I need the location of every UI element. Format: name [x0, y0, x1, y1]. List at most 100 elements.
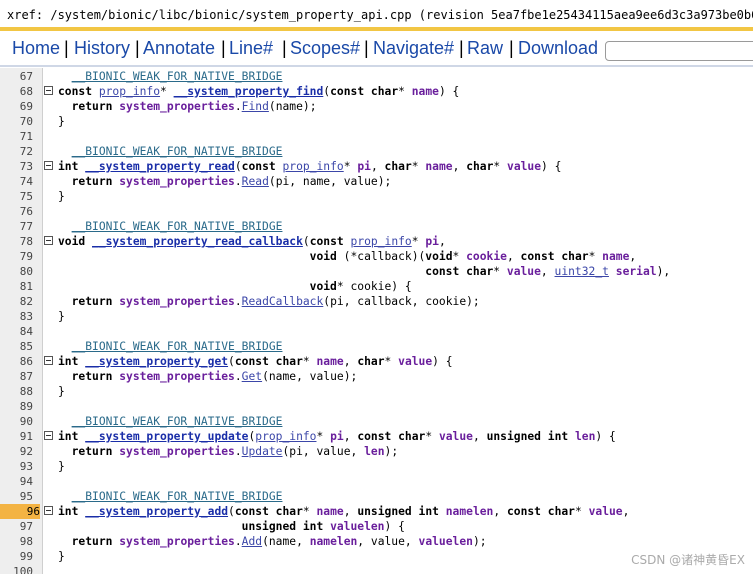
- code-text: return system_properties.Read(pi, name, …: [71, 175, 392, 188]
- line-number-link[interactable]: 99: [0, 549, 33, 564]
- menu-raw-link[interactable]: Raw: [467, 38, 503, 59]
- code-line: 67 __BIONIC_WEAK_FOR_NATIVE_BRIDGE: [0, 69, 753, 84]
- line-number-link[interactable]: 83: [0, 309, 33, 324]
- code-text: void __system_property_read_callback(con…: [58, 235, 446, 248]
- code-line: 79 void (*callback)(void* cookie, const …: [0, 249, 753, 264]
- code-line: 70}: [0, 114, 753, 129]
- code-line: 74 return system_properties.Read(pi, nam…: [0, 174, 753, 189]
- code-line: 92 return system_properties.Update(pi, v…: [0, 444, 753, 459]
- code-text: }: [58, 115, 65, 128]
- search-input[interactable]: [605, 41, 753, 61]
- code-text: const prop_info* __system_property_find(…: [58, 85, 460, 98]
- code-text: void* cookie) {: [309, 280, 412, 293]
- fold-toggle-icon[interactable]: [44, 161, 53, 170]
- line-number-link[interactable]: 82: [0, 294, 33, 309]
- line-number-link[interactable]: 76: [0, 204, 33, 219]
- line-number-link[interactable]: 79: [0, 249, 33, 264]
- code-text: return system_properties.ReadCallback(pi…: [71, 295, 480, 308]
- line-number-link[interactable]: 69: [0, 99, 33, 114]
- fold-toggle-icon[interactable]: [44, 506, 53, 515]
- code-line: 69 return system_properties.Find(name);: [0, 99, 753, 114]
- line-number-link[interactable]: 68: [0, 84, 33, 99]
- code-line: 91 int __system_property_update(prop_info…: [0, 429, 753, 444]
- xref-path: xref: /system/bionic/libc/bionic/system_…: [0, 0, 753, 31]
- code-text: }: [58, 460, 65, 473]
- menu-download-link[interactable]: Download: [518, 38, 598, 59]
- line-number-link[interactable]: 73: [0, 159, 33, 174]
- line-number-link[interactable]: 77: [0, 219, 33, 234]
- code-text: __BIONIC_WEAK_FOR_NATIVE_BRIDGE: [71, 340, 283, 353]
- code-line: 96 int __system_property_add(const char* …: [0, 504, 753, 519]
- code-text: }: [58, 550, 65, 563]
- code-line: 94: [0, 474, 753, 489]
- line-number-link[interactable]: 88: [0, 384, 33, 399]
- line-number-link[interactable]: 75: [0, 189, 33, 204]
- menu-history-link[interactable]: History: [74, 38, 130, 59]
- menu-separator: |: [64, 38, 69, 58]
- line-number-link[interactable]: 81: [0, 279, 33, 294]
- menu-separator: |: [364, 38, 369, 58]
- code-view: 67 __BIONIC_WEAK_FOR_NATIVE_BRIDGE 68 cons…: [0, 68, 753, 574]
- line-number-link[interactable]: 67: [0, 69, 33, 84]
- line-number-link[interactable]: 92: [0, 444, 33, 459]
- code-line: 88}: [0, 384, 753, 399]
- code-line: 80 const char* value, uint32_t serial),: [0, 264, 753, 279]
- menu-separator: |: [509, 38, 514, 58]
- code-line: 72 __BIONIC_WEAK_FOR_NATIVE_BRIDGE: [0, 144, 753, 159]
- code-text: int __system_property_get(const char* na…: [58, 355, 453, 368]
- fold-toggle-icon[interactable]: [44, 86, 53, 95]
- code-line: 76: [0, 204, 753, 219]
- line-number-link[interactable]: 95: [0, 489, 33, 504]
- code-line: 77 __BIONIC_WEAK_FOR_NATIVE_BRIDGE: [0, 219, 753, 234]
- line-number-link[interactable]: 93: [0, 459, 33, 474]
- menu-annotate-link[interactable]: Annotate: [143, 38, 215, 59]
- line-number-link[interactable]: 100: [0, 564, 33, 574]
- code-line: 81 void* cookie) {: [0, 279, 753, 294]
- fold-toggle-icon[interactable]: [44, 356, 53, 365]
- menu-line-link[interactable]: Line#: [229, 38, 273, 59]
- line-number-link[interactable]: 74: [0, 174, 33, 189]
- menu-navigate-link[interactable]: Navigate#: [373, 38, 454, 59]
- code-text: unsigned int valuelen) {: [241, 520, 405, 533]
- code-text: int __system_property_read(const prop_in…: [58, 160, 562, 173]
- menu-separator: |: [459, 38, 464, 58]
- code-line: 90 __BIONIC_WEAK_FOR_NATIVE_BRIDGE: [0, 414, 753, 429]
- code-line: 82 return system_properties.ReadCallback…: [0, 294, 753, 309]
- line-number-link[interactable]: 84: [0, 324, 33, 339]
- line-number-link[interactable]: 91: [0, 429, 33, 444]
- code-text: __BIONIC_WEAK_FOR_NATIVE_BRIDGE: [71, 415, 283, 428]
- line-number-link[interactable]: 89: [0, 399, 33, 414]
- line-number-link[interactable]: 94: [0, 474, 33, 489]
- line-number-link[interactable]: 96: [0, 504, 40, 519]
- code-line: 68 const prop_info* __system_property_fin…: [0, 84, 753, 99]
- code-text: const char* value, uint32_t serial),: [425, 265, 671, 278]
- code-text: int __system_property_add(const char* na…: [58, 505, 630, 518]
- line-number-link[interactable]: 78: [0, 234, 33, 249]
- menu-home-link[interactable]: Home: [12, 38, 60, 59]
- code-text: }: [58, 190, 65, 203]
- menu-scopes-link[interactable]: Scopes#: [290, 38, 360, 59]
- fold-toggle-icon[interactable]: [44, 236, 53, 245]
- code-line: 98 return system_properties.Add(name, na…: [0, 534, 753, 549]
- code-text: __BIONIC_WEAK_FOR_NATIVE_BRIDGE: [71, 145, 283, 158]
- code-text: }: [58, 385, 65, 398]
- code-line: 97 unsigned int valuelen) {: [0, 519, 753, 534]
- fold-toggle-icon[interactable]: [44, 431, 53, 440]
- line-number-link[interactable]: 80: [0, 264, 33, 279]
- code-line: 85 __BIONIC_WEAK_FOR_NATIVE_BRIDGE: [0, 339, 753, 354]
- code-text: __BIONIC_WEAK_FOR_NATIVE_BRIDGE: [71, 70, 283, 83]
- code-line: 89: [0, 399, 753, 414]
- line-number-link[interactable]: 72: [0, 144, 33, 159]
- menu-separator: |: [282, 38, 287, 58]
- code-line: 84: [0, 324, 753, 339]
- line-number-link[interactable]: 90: [0, 414, 33, 429]
- line-number-link[interactable]: 70: [0, 114, 33, 129]
- line-number-link[interactable]: 87: [0, 369, 33, 384]
- line-number-link[interactable]: 86: [0, 354, 33, 369]
- code-line: 83}: [0, 309, 753, 324]
- code-line: 78 void __system_property_read_callback(c…: [0, 234, 753, 249]
- line-number-link[interactable]: 97: [0, 519, 33, 534]
- line-number-link[interactable]: 71: [0, 129, 33, 144]
- line-number-link[interactable]: 98: [0, 534, 33, 549]
- line-number-link[interactable]: 85: [0, 339, 33, 354]
